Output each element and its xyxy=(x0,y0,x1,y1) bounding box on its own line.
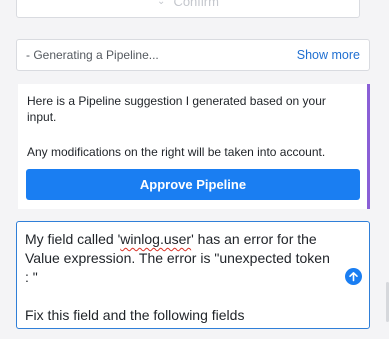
send-button[interactable] xyxy=(345,268,362,285)
approve-pipeline-button[interactable]: Approve Pipeline xyxy=(26,169,360,200)
message-line-2: Value expression. The error is "unexpect… xyxy=(25,250,330,266)
message-line-3: : " xyxy=(25,269,38,285)
suggestion-text-line-2: input. xyxy=(27,110,57,124)
message-line-1: My field called 'winlog.user' has an err… xyxy=(25,231,317,247)
chevron-down-icon: ⌄ xyxy=(157,0,166,7)
suggestion-text-line-1: Here is a Pipeline suggestion I generate… xyxy=(27,94,326,108)
confirm-button-label: Confirm xyxy=(173,0,219,9)
confirm-button[interactable]: ⌄ Confirm xyxy=(16,0,360,18)
show-more-link[interactable]: Show more xyxy=(297,48,360,62)
message-line-4: Fix this field and the following fields xyxy=(25,307,245,323)
pipeline-suggestion-card: Here is a Pipeline suggestion I generate… xyxy=(18,84,370,209)
message-input-text[interactable]: My field called 'winlog.user' has an err… xyxy=(25,230,345,325)
status-text: - Generating a Pipeline... xyxy=(26,48,159,62)
generation-status-bar: - Generating a Pipeline... Show more xyxy=(16,39,370,71)
misspelled-word: winlog.user xyxy=(120,231,192,247)
arrow-up-circle-icon xyxy=(349,272,358,282)
message-input[interactable]: My field called 'winlog.user' has an err… xyxy=(16,221,370,329)
suggestion-text-line-3: Any modifications on the right will be t… xyxy=(27,145,326,159)
